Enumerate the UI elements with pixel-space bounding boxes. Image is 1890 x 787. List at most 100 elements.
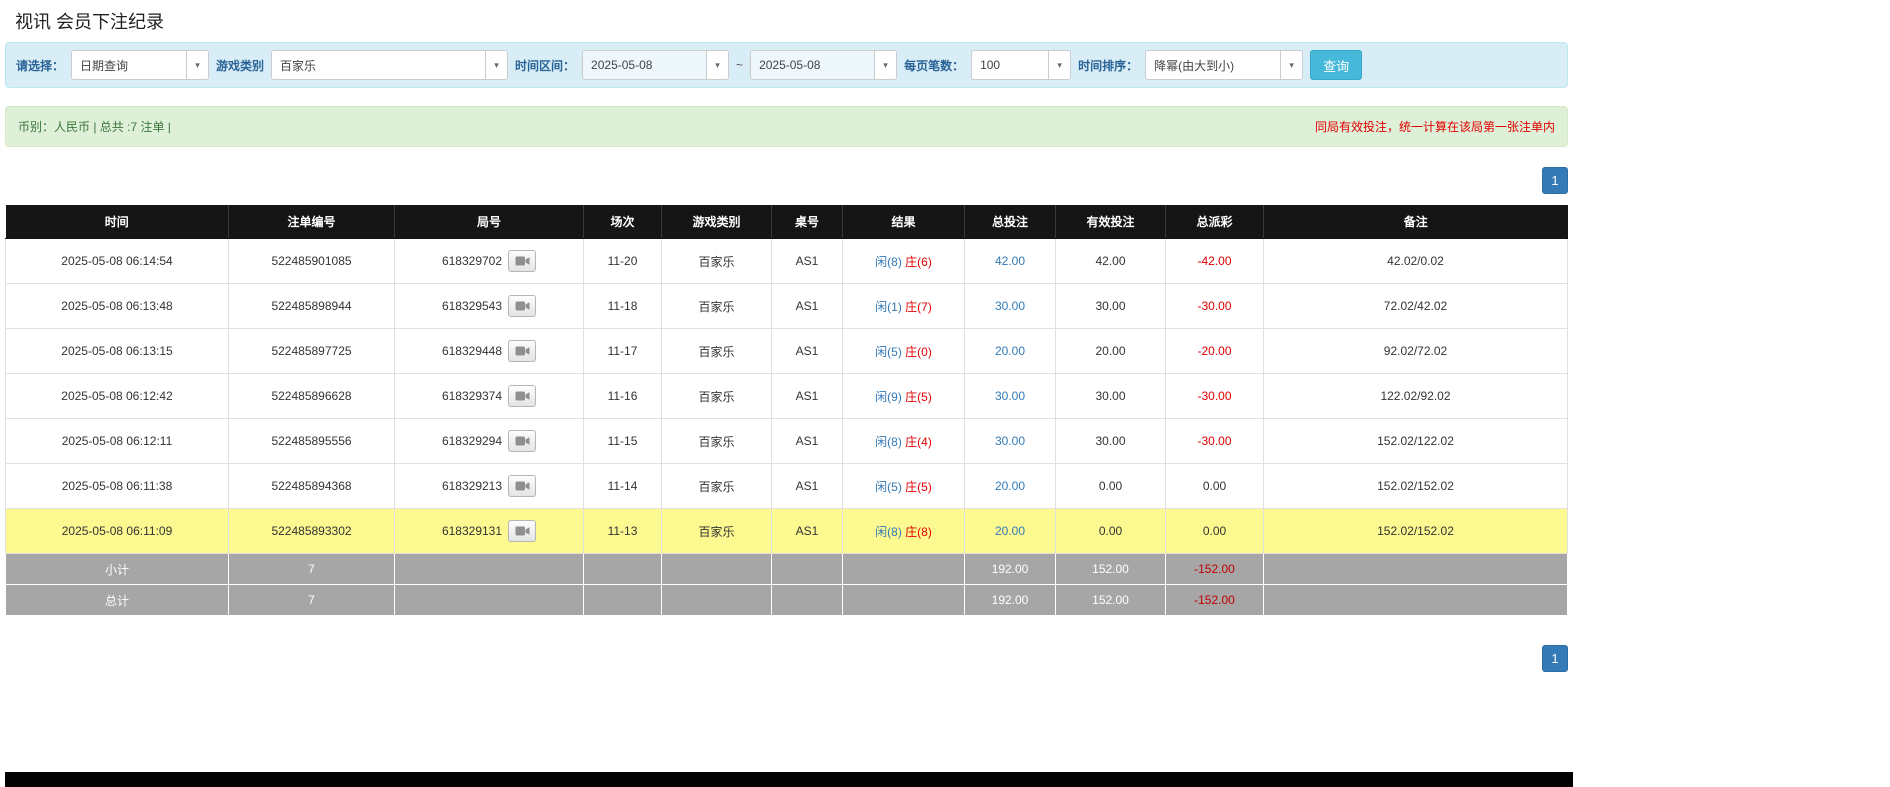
pagination-bottom: 1 (5, 645, 1568, 672)
chevron-down-icon[interactable]: ▾ (874, 51, 897, 79)
result-player: 闲(1) (875, 299, 902, 314)
sort-select[interactable]: 降幂(由大到小) ▾ (1145, 50, 1304, 80)
chevron-down-icon[interactable]: ▾ (706, 51, 729, 79)
chevron-down-icon[interactable]: ▾ (1280, 51, 1303, 79)
cell-session: 11-14 (583, 463, 662, 509)
header-note: 备注 (1263, 205, 1568, 239)
round-number: 618329131 (441, 524, 503, 538)
cell-table-no: AS1 (771, 373, 843, 419)
cell-bet-no: 522485897725 (228, 328, 395, 374)
result-banker: 庄(0) (905, 344, 932, 359)
result-player: 闲(8) (875, 254, 902, 269)
cell-total-bet[interactable]: 30.00 (964, 283, 1056, 329)
cell-game-type: 百家乐 (661, 328, 772, 374)
subtotal-valid-bet: 152.00 (1055, 553, 1166, 585)
subtotal-row: 小计 7 192.00 152.00 -152.00 (5, 553, 1568, 585)
cell-total-bet[interactable]: 30.00 (964, 373, 1056, 419)
cell-round-no: 618329213 (394, 463, 584, 509)
cell-game-type: 百家乐 (661, 373, 772, 419)
cell-session: 11-17 (583, 328, 662, 374)
result-banker: 庄(5) (905, 389, 932, 404)
cell-time: 2025-05-08 06:13:15 (5, 328, 229, 374)
page-1-button[interactable]: 1 (1542, 645, 1568, 672)
cell-table-no: AS1 (771, 283, 843, 329)
date-to-value: 2025-05-08 (759, 58, 821, 72)
cell-game-type: 百家乐 (661, 283, 772, 329)
cell-total-bet[interactable]: 30.00 (964, 418, 1056, 464)
cell-result: 闲(8) 庄(8) (842, 508, 965, 554)
result-player: 闲(9) (875, 389, 902, 404)
page-size-select[interactable]: 100 ▾ (971, 50, 1072, 80)
chevron-down-icon[interactable]: ▾ (186, 51, 209, 79)
sort-label: 时间排序： (1078, 58, 1139, 73)
video-replay-button[interactable] (508, 475, 537, 497)
page-1-button[interactable]: 1 (1542, 167, 1568, 194)
cell-round-no: 618329543 (394, 283, 584, 329)
subtotal-count: 7 (228, 553, 395, 585)
cell-table-no: AS1 (771, 463, 843, 509)
summary-notice-text: 同局有效投注，统一计算在该局第一张注单内 (1314, 120, 1555, 134)
cell-game-type: 百家乐 (661, 508, 772, 554)
chevron-down-icon[interactable]: ▾ (485, 51, 508, 79)
cell-total-bet[interactable]: 42.00 (964, 238, 1056, 284)
video-replay-button[interactable] (508, 250, 537, 272)
range-separator: ~ (736, 58, 744, 72)
grand-total-label: 总计 (5, 584, 229, 616)
cell-note: 92.02/72.02 (1263, 328, 1568, 374)
cell-bet-no: 522485893302 (228, 508, 395, 554)
cell-note: 152.02/152.02 (1263, 463, 1568, 509)
game-type-select[interactable]: 百家乐 ▾ (271, 50, 509, 80)
table-row: 2025-05-08 06:13:48 522485898944 6183295… (5, 283, 1568, 329)
video-replay-button[interactable] (508, 520, 537, 542)
cell-result: 闲(1) 庄(7) (842, 283, 965, 329)
video-replay-button[interactable] (508, 430, 537, 452)
table-header-row: 时间 注单编号 局号 场次 游戏类别 桌号 结果 总投注 有效投注 总派彩 备注 (5, 205, 1568, 239)
cell-result: 闲(8) 庄(4) (842, 418, 965, 464)
cell-valid-bet: 30.00 (1055, 373, 1166, 419)
video-icon (515, 436, 530, 446)
table-row: 2025-05-08 06:11:09 522485893302 6183291… (5, 508, 1568, 554)
table-row: 2025-05-08 06:14:54 522485901085 6183297… (5, 238, 1568, 284)
cell-note: 122.02/92.02 (1263, 373, 1568, 419)
pagination-top: 1 (5, 167, 1568, 194)
content-area: 视讯 会员下注纪录 请选择： 日期查询 ▾ 游戏类别 百家乐 ▾ 时间区间： 2… (0, 0, 1568, 672)
date-to-input[interactable]: 2025-05-08 ▾ (750, 50, 898, 80)
cell-time: 2025-05-08 06:13:48 (5, 283, 229, 329)
round-number: 618329543 (441, 299, 503, 313)
chevron-down-icon[interactable]: ▾ (1048, 51, 1071, 79)
cell-table-no: AS1 (771, 238, 843, 284)
video-replay-button[interactable] (508, 295, 537, 317)
video-replay-button[interactable] (508, 340, 537, 362)
video-icon (515, 481, 530, 491)
table-row: 2025-05-08 06:12:42 522485896628 6183293… (5, 373, 1568, 419)
cell-table-no: AS1 (771, 328, 843, 374)
cell-round-no: 618329448 (394, 328, 584, 374)
cell-result: 闲(5) 庄(5) (842, 463, 965, 509)
filter-bar: 请选择： 日期查询 ▾ 游戏类别 百家乐 ▾ 时间区间： 2025-05-08 … (5, 42, 1568, 88)
cell-total-bet[interactable]: 20.00 (964, 463, 1056, 509)
cell-total-bet[interactable]: 20.00 (964, 508, 1056, 554)
query-type-select[interactable]: 日期查询 ▾ (71, 50, 210, 80)
video-replay-button[interactable] (508, 385, 537, 407)
grand-total-total-bet: 192.00 (964, 584, 1056, 616)
cell-round-no: 618329374 (394, 373, 584, 419)
search-button[interactable]: 查询 (1310, 50, 1363, 80)
cell-round-no: 618329702 (394, 238, 584, 284)
cell-time: 2025-05-08 06:11:38 (5, 463, 229, 509)
cell-payout: -20.00 (1165, 328, 1264, 374)
round-number: 618329294 (441, 434, 503, 448)
grand-total-count: 7 (228, 584, 395, 616)
video-icon (515, 301, 530, 311)
cell-table-no: AS1 (771, 508, 843, 554)
cell-total-bet[interactable]: 20.00 (964, 328, 1056, 374)
cell-session: 11-18 (583, 283, 662, 329)
cell-bet-no: 522485901085 (228, 238, 395, 284)
cell-valid-bet: 30.00 (1055, 418, 1166, 464)
round-number: 618329213 (441, 479, 503, 493)
date-from-input[interactable]: 2025-05-08 ▾ (582, 50, 730, 80)
cell-payout: -30.00 (1165, 418, 1264, 464)
grand-total-payout: -152.00 (1165, 584, 1264, 616)
cell-valid-bet: 42.00 (1055, 238, 1166, 284)
cell-round-no: 618329131 (394, 508, 584, 554)
header-result: 结果 (842, 205, 965, 239)
